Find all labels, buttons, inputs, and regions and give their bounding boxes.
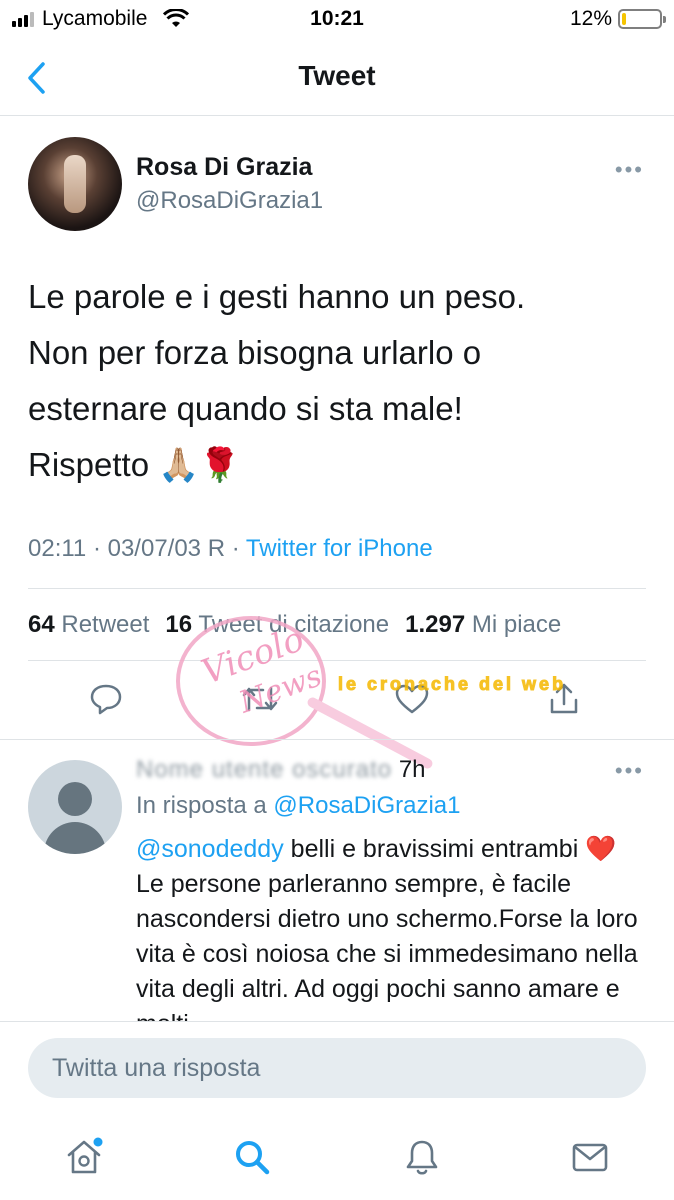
retweets-stat[interactable]: 64 Retweet [28,611,149,639]
quotes-label: Tweet di citazione [198,611,390,638]
tweet-timestamp: 02:11 · 03/07/03 R · [28,535,240,562]
in-reply-to: In risposta a @RosaDiGrazia1 [136,792,461,820]
nav-bar: Tweet [0,40,674,116]
more-options-icon[interactable]: ••• [615,758,644,784]
author-handle[interactable]: @RosaDiGrazia1 [136,187,323,215]
reply-mention[interactable]: @sonodeddy [136,835,284,863]
in-reply-handle[interactable]: @RosaDiGrazia1 [273,792,460,819]
tweet-actions [0,677,674,727]
quotes-stat[interactable]: 16 Tweet di citazione [165,611,389,639]
battery-status: 12% [569,7,666,31]
tweet-line: Non per forza bisogna urlarlo o [28,334,482,371]
search-icon [236,1141,270,1175]
reply-input[interactable]: Twitta una risposta [28,1038,646,1098]
tweet-line: Rispetto 🙏🏼🌹 [28,446,241,483]
battery-fill [622,13,627,25]
retweet-icon [242,686,278,712]
more-options-icon[interactable]: ••• [615,157,644,183]
home-icon [67,1137,103,1174]
share-button[interactable] [542,677,586,721]
notifications-icon [406,1140,438,1175]
reply-author-name[interactable]: Nome utente oscurato [136,756,392,783]
retweets-label: Retweet [61,611,150,638]
compose-area: Twitta una risposta [0,1021,674,1117]
tab-search[interactable] [230,1135,274,1179]
tab-home[interactable] [62,1135,106,1179]
likes-count: 1.297 [405,611,466,638]
status-bar: Lycamobile 10:21 12% [0,0,674,40]
battery-percent: 12% [569,7,612,30]
quotes-count: 16 [165,611,193,638]
page-title: Tweet [298,60,376,91]
tweet-line: Le parole e i gesti hanno un peso. [28,278,526,315]
likes-label: Mi piace [471,611,562,638]
reply-input-placeholder: Twitta una risposta [52,1053,261,1082]
divider [28,588,646,589]
battery-icon [618,9,666,29]
like-button[interactable] [390,677,434,721]
likes-stat[interactable]: 1.297 Mi piace [405,611,561,639]
tweet-line: esternare quando si sta male! [28,390,463,427]
tab-messages[interactable] [568,1135,612,1179]
author-name[interactable]: Rosa Di Grazia [136,153,312,182]
tweet-source-link[interactable]: Twitter for iPhone [246,535,433,562]
reply-text: @sonodeddy belli e bravissimi entrambi ❤… [136,832,646,1022]
in-reply-prefix: In risposta a [136,792,267,819]
messages-icon [572,1143,608,1172]
reply-text-part: belli e bravissimi entrambi [283,835,579,863]
reply-header: Nome utente oscurato 7h [136,756,426,784]
author-avatar[interactable] [28,137,122,231]
divider [28,660,646,661]
reply-time: 7h [398,756,426,783]
heart-emoji: ❤️ [585,835,617,863]
like-icon [395,684,429,714]
retweet-button[interactable] [238,677,282,721]
share-icon [550,683,578,714]
reply-text-part: Le persone parleranno sempre, è facile n… [136,870,638,1022]
tab-bar [0,1117,674,1200]
reply-tweet[interactable]: Nome utente oscurato 7h ••• In risposta … [0,740,674,1022]
retweets-count: 64 [28,611,55,638]
reply-icon [90,684,122,715]
tab-notifications[interactable] [400,1135,444,1179]
tweet-meta: 02:11 · 03/07/03 R · Twitter for iPhone [28,535,433,563]
tweet-text: Le parole e i gesti hanno un peso. Non p… [28,269,648,493]
tweet-stats: 64 Retweet 16 Tweet di citazione 1.297 M… [28,611,561,639]
reply-avatar[interactable] [28,760,122,854]
reply-button[interactable] [84,677,128,721]
